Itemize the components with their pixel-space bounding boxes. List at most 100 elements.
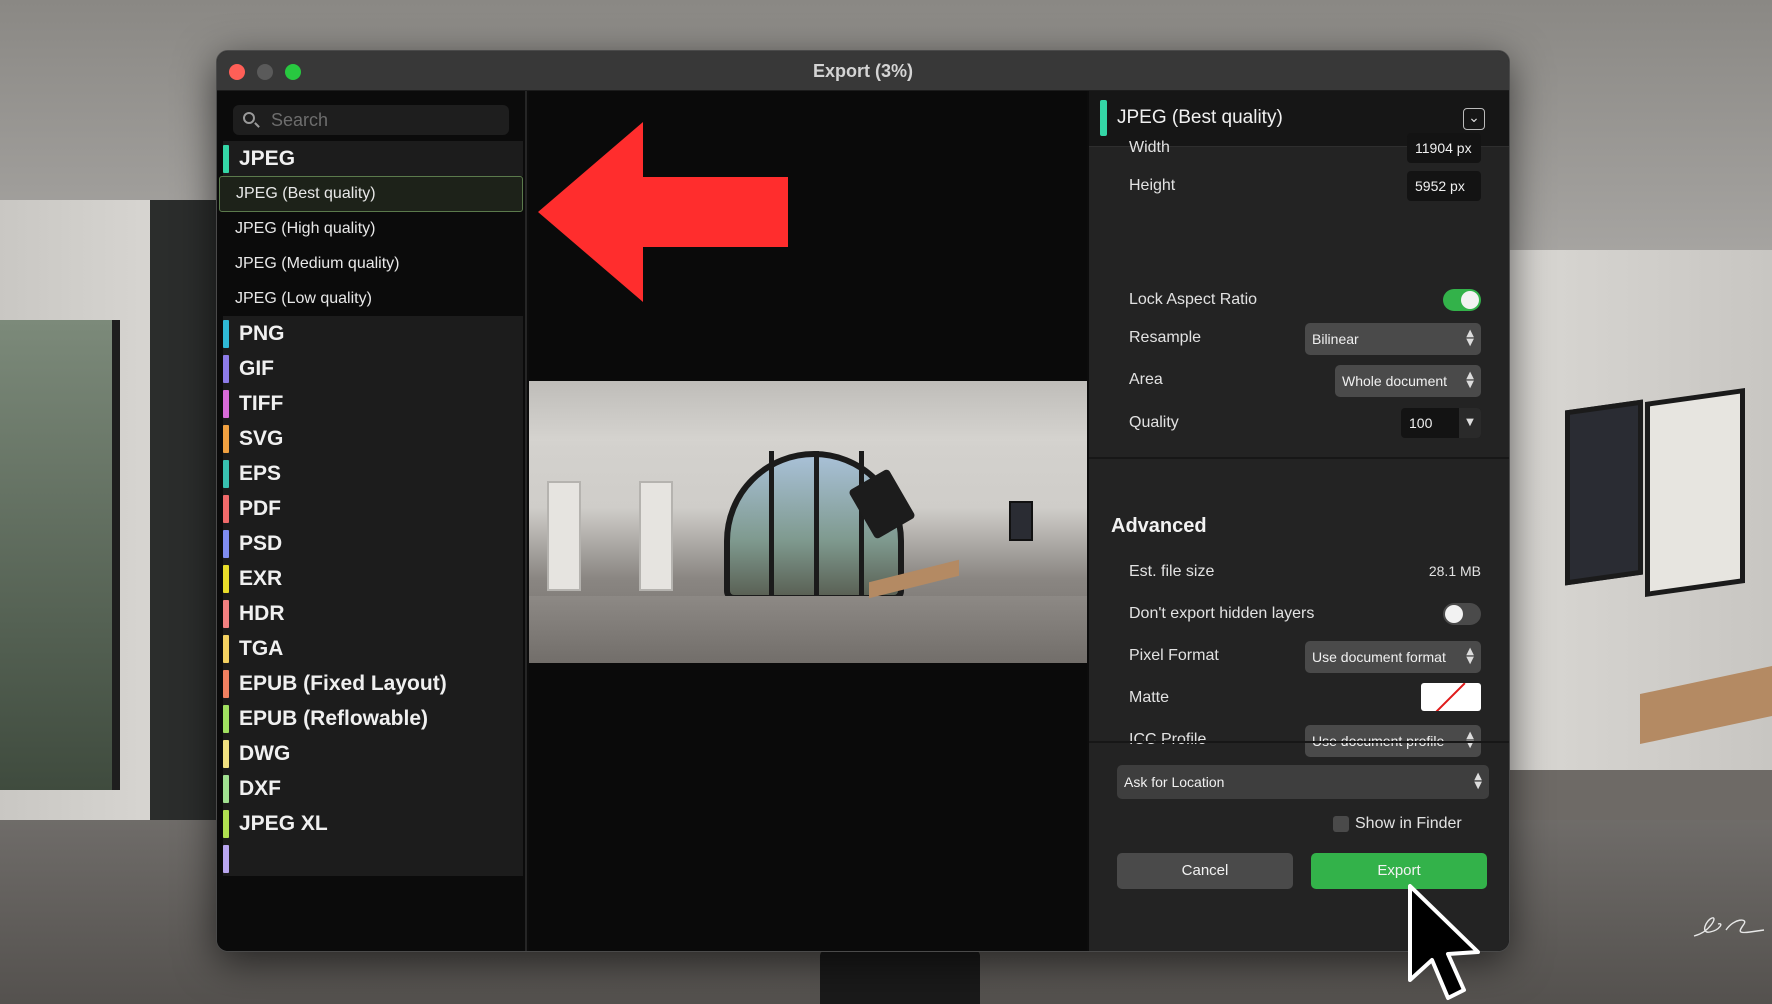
- format-group-jpeg[interactable]: JPEG: [223, 141, 523, 176]
- hidden-layers-label: Don't export hidden layers: [1129, 605, 1315, 622]
- format-group-label: TGA: [239, 636, 284, 660]
- pano-mullion: [769, 451, 774, 601]
- matte-color-well[interactable]: [1421, 683, 1481, 711]
- pixel-format-label: Pixel Format: [1129, 647, 1219, 664]
- format-color-bar: [223, 809, 229, 838]
- format-color-bar: [223, 564, 229, 593]
- updown-icon: ▲ ▼: [1474, 771, 1482, 791]
- preset-jpeg-best[interactable]: JPEG (Best quality): [219, 176, 523, 212]
- pano-mullion: [859, 451, 864, 601]
- format-group-jpeg-xl[interactable]: JPEG XL: [223, 806, 523, 841]
- checkbox-box[interactable]: [1333, 816, 1349, 832]
- updown-icon: ▲ ▼: [1466, 328, 1474, 348]
- no-color-slash: [1434, 683, 1466, 711]
- format-color-bar: [223, 459, 229, 488]
- area-value: Whole document: [1342, 373, 1448, 389]
- search-input[interactable]: [271, 105, 501, 135]
- height-field[interactable]: 5952 px: [1407, 171, 1481, 201]
- file-size-label: Est. file size: [1129, 563, 1215, 580]
- preset-jpeg-high[interactable]: JPEG (High quality): [219, 211, 523, 247]
- format-group-hdr[interactable]: HDR: [223, 596, 523, 631]
- location-value: Ask for Location: [1124, 774, 1225, 790]
- pano-floor: [529, 596, 1087, 663]
- format-group-partially-visible[interactable]: [223, 841, 523, 876]
- quality-combo[interactable]: 100 ▼: [1401, 408, 1481, 438]
- width-field[interactable]: 11904 px: [1407, 133, 1481, 163]
- format-group-label: EXR: [239, 566, 283, 590]
- toggle-knob: [1445, 605, 1463, 623]
- room-left-window: [0, 320, 120, 790]
- resample-value: Bilinear: [1312, 331, 1359, 347]
- cursor-arrow-shape: [1408, 884, 1480, 1000]
- search-icon: [243, 112, 255, 124]
- format-color-bar: [223, 669, 229, 698]
- format-group-gif[interactable]: GIF: [223, 351, 523, 386]
- format-group-label: PSD: [239, 531, 283, 555]
- format-group-dxf[interactable]: DXF: [223, 771, 523, 806]
- height-row: Height 5952 px: [1129, 171, 1481, 201]
- matte-row: Matte: [1129, 683, 1481, 713]
- preset-jpeg-medium[interactable]: JPEG (Medium quality): [219, 246, 523, 282]
- pixel-format-row: Pixel Format Use document format ▲ ▼: [1129, 641, 1481, 673]
- format-group-epub-fixed[interactable]: EPUB (Fixed Layout): [223, 666, 523, 701]
- show-in-finder-label: Show in Finder: [1355, 815, 1462, 832]
- updown-icon: ▲ ▼: [1466, 646, 1474, 666]
- section-divider: [1089, 457, 1509, 459]
- search-box[interactable]: [233, 105, 509, 135]
- format-group-tiff[interactable]: TIFF: [223, 386, 523, 421]
- area-select[interactable]: Whole document ▲ ▼: [1335, 365, 1481, 397]
- icc-profile-label: ICC Profile: [1129, 731, 1207, 748]
- pano-poster: [1009, 501, 1033, 541]
- pano-mullion: [814, 451, 819, 601]
- matte-label: Matte: [1129, 689, 1170, 706]
- location-select[interactable]: Ask for Location ▲ ▼: [1117, 765, 1489, 799]
- arrow-shape: [538, 122, 788, 302]
- lock-aspect-row: Lock Aspect Ratio: [1129, 285, 1481, 315]
- file-size-row: Est. file size 28.1 MB: [1129, 557, 1481, 587]
- format-group-label: PDF: [239, 496, 281, 520]
- format-group-label: EPUB (Reflowable): [239, 706, 429, 730]
- format-group-label: PNG: [239, 321, 285, 345]
- format-color-bar: [223, 144, 229, 173]
- title-bar: Export (3%): [217, 51, 1509, 91]
- format-group-psd[interactable]: PSD: [223, 526, 523, 561]
- resample-select[interactable]: Bilinear ▲ ▼: [1305, 323, 1481, 355]
- preset-jpeg-low[interactable]: JPEG (Low quality): [219, 281, 523, 317]
- export-dialog: Export (3%) JPEG JPEG (Best quality) JPE…: [216, 50, 1510, 952]
- cancel-button[interactable]: Cancel: [1117, 853, 1293, 889]
- room-poster-left: [1565, 399, 1643, 586]
- pixel-format-value: Use document format: [1312, 649, 1446, 665]
- format-group-png[interactable]: PNG: [223, 316, 523, 351]
- hidden-layers-toggle[interactable]: [1443, 603, 1481, 625]
- format-group-label: EPUB (Fixed Layout): [239, 671, 447, 695]
- quality-label: Quality: [1129, 414, 1179, 431]
- format-group-exr[interactable]: EXR: [223, 561, 523, 596]
- signature-graphic: [1693, 917, 1765, 937]
- area-row: Area Whole document ▲ ▼: [1129, 365, 1481, 397]
- format-color-bar: [223, 634, 229, 663]
- updown-icon: ▲ ▼: [1466, 730, 1474, 750]
- chevron-down-icon[interactable]: ⌄: [1463, 108, 1485, 130]
- quality-value: 100: [1409, 415, 1433, 431]
- pixel-format-select[interactable]: Use document format ▲ ▼: [1305, 641, 1481, 673]
- format-group-dwg[interactable]: DWG: [223, 736, 523, 771]
- chevron-down-icon[interactable]: ▼: [1459, 408, 1481, 438]
- preset-accent-bar: [1100, 100, 1107, 136]
- format-group-tga[interactable]: TGA: [223, 631, 523, 666]
- format-color-bar: [223, 354, 229, 383]
- format-group-epub-reflowable[interactable]: EPUB (Reflowable): [223, 701, 523, 736]
- format-group-label: TIFF: [239, 391, 284, 415]
- format-color-bar: [223, 739, 229, 768]
- monitor-stand: [820, 950, 980, 1004]
- icc-profile-row: ICC Profile Use document profile ▲ ▼: [1129, 725, 1481, 757]
- format-group-label: DWG: [239, 741, 291, 765]
- format-color-bar: [223, 389, 229, 418]
- lock-aspect-toggle[interactable]: [1443, 289, 1481, 311]
- format-group-svg[interactable]: SVG: [223, 421, 523, 456]
- format-color-bar: [223, 424, 229, 453]
- window-title: Export (3%): [812, 61, 913, 81]
- format-color-bar: [223, 704, 229, 733]
- area-label: Area: [1129, 371, 1163, 388]
- format-group-pdf[interactable]: PDF: [223, 491, 523, 526]
- format-group-eps[interactable]: EPS: [223, 456, 523, 491]
